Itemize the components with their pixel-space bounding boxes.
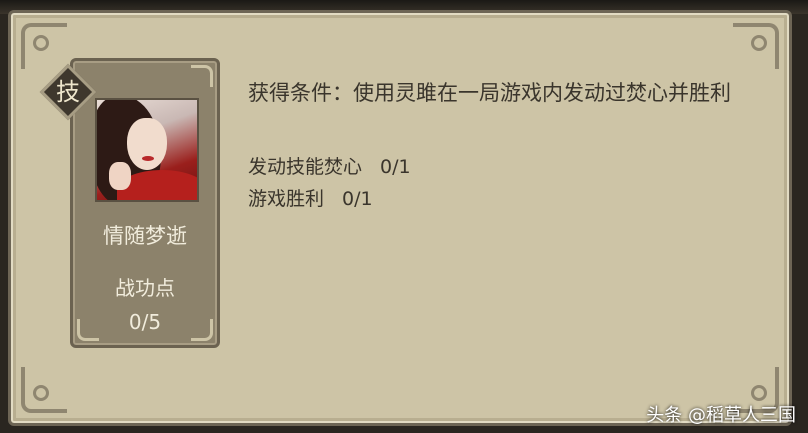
skin-name: 情随梦逝 [103, 224, 187, 248]
progress-label: 游戏胜利 [248, 188, 325, 210]
merit-points-value: 0/5 [128, 310, 162, 334]
skill-badge-icon: 技 [39, 63, 97, 121]
progress-row: 游戏胜利 0/1 [248, 184, 373, 211]
card-corner-ornament [191, 65, 213, 87]
hero-portrait[interactable] [95, 98, 199, 202]
acquire-condition: 获得条件：使用灵雎在一局游戏内发动过焚心并胜利 [248, 81, 731, 105]
corner-ornament [21, 367, 67, 413]
progress-count: 0/1 [342, 188, 373, 210]
portrait-hand [109, 162, 131, 190]
badge-glyph: 技 [56, 78, 80, 106]
portrait-face [127, 118, 167, 170]
merit-points-label: 战功点 [115, 276, 175, 300]
corner-ornament [733, 23, 779, 69]
portrait-lips [142, 156, 154, 161]
watermark: 头条 @稻草人三国 [646, 405, 796, 426]
progress-label: 发动技能焚心 [248, 156, 363, 178]
progress-count: 0/1 [380, 156, 411, 178]
progress-row: 发动技能焚心 0/1 [248, 152, 411, 179]
corner-ornament [21, 23, 67, 69]
